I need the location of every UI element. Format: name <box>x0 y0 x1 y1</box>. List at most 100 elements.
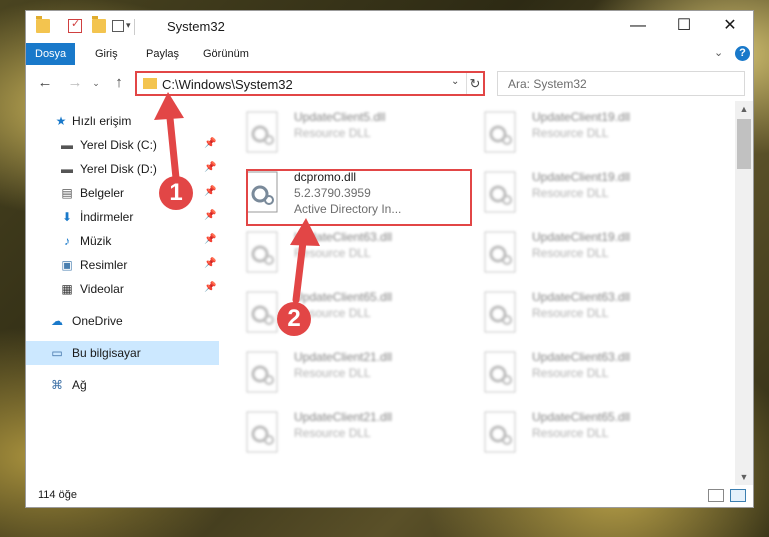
sidebar-item-label: Hızlı erişim <box>72 114 132 128</box>
sidebar-item-disk-c[interactable]: ▬ Yerel Disk (C:) 📌 <box>26 133 219 157</box>
dll-file-icon <box>246 111 278 153</box>
computer-icon: ▭ <box>51 346 63 360</box>
back-button[interactable]: ← <box>36 73 54 93</box>
downloads-icon: ⬇ <box>61 210 73 224</box>
sidebar-item-pictures[interactable]: ▣ Resimler 📌 <box>26 253 219 277</box>
qat-dropdown-icon[interactable]: ▾ <box>126 20 131 31</box>
tab-home[interactable]: Giriş <box>86 43 127 65</box>
list-item[interactable]: UpdateClient21.dll Resource DLL <box>241 406 481 464</box>
dll-file-icon <box>484 111 516 153</box>
file-type: Resource DLL <box>532 126 609 140</box>
folder-icon <box>36 16 50 33</box>
file-name: UpdateClient63.dll <box>532 290 631 304</box>
sidebar-item-network[interactable]: ⌘ Ağ <box>26 373 219 397</box>
file-name: UpdateClient21.dll <box>294 350 393 364</box>
pin-icon[interactable]: 📌 <box>204 138 216 149</box>
file-name: UpdateClient19.dll <box>532 110 631 124</box>
tab-view[interactable]: Görünüm <box>194 43 258 65</box>
new-folder-icon[interactable] <box>92 16 106 33</box>
sidebar-item-downloads[interactable]: ⬇ İndirmeler 📌 <box>26 205 219 229</box>
minimize-button[interactable]: — <box>615 11 661 43</box>
ribbon-expand-icon[interactable]: ⌄ <box>714 46 723 59</box>
tab-file[interactable]: Dosya <box>26 43 76 65</box>
search-input[interactable]: Ara: System32 <box>497 71 745 96</box>
star-icon: ★ <box>55 114 67 128</box>
dll-file-icon <box>246 351 278 393</box>
file-name: UpdateClient19.dll <box>532 230 631 244</box>
drive-icon: ▬ <box>61 138 73 152</box>
up-button[interactable]: ↑ <box>110 73 128 93</box>
sidebar-item-quick-access[interactable]: ★ Hızlı erişim <box>26 109 219 133</box>
list-item[interactable]: UpdateClient21.dll Resource DLL <box>241 346 481 404</box>
file-type: Resource DLL <box>294 426 371 440</box>
pin-icon[interactable]: 📌 <box>204 234 216 245</box>
scroll-down-icon[interactable]: ▼ <box>735 469 753 485</box>
pin-icon[interactable]: 📌 <box>204 210 216 221</box>
address-path[interactable]: C:\Windows\System32 <box>162 77 293 92</box>
properties-check-icon[interactable] <box>68 17 82 33</box>
address-bar[interactable]: C:\Windows\System32 ⌄ ↻ <box>135 71 485 96</box>
sidebar-item-label: Belgeler <box>80 186 125 200</box>
list-item[interactable]: UpdateClient63.dll Resource DLL <box>479 346 719 404</box>
details-view-icon[interactable] <box>708 489 724 502</box>
list-item[interactable]: UpdateClient19.dll Resource DLL <box>479 106 719 164</box>
address-dropdown-icon[interactable]: ⌄ <box>451 76 459 87</box>
recent-locations-icon[interactable]: ⌄ <box>90 73 102 93</box>
file-type: Resource DLL <box>294 126 371 140</box>
help-icon[interactable]: ? <box>735 46 750 61</box>
sidebar-item-label: Resimler <box>80 258 128 272</box>
scroll-up-icon[interactable]: ▲ <box>735 101 753 117</box>
pin-icon[interactable]: 📌 <box>204 186 216 197</box>
close-button[interactable]: ✕ <box>707 11 753 43</box>
tiles-view-icon[interactable] <box>730 489 746 502</box>
list-item[interactable]: UpdateClient19.dll Resource DLL <box>479 166 719 224</box>
sidebar-item-label: İndirmeler <box>80 210 134 224</box>
maximize-button[interactable]: ☐ <box>661 11 707 43</box>
pictures-icon: ▣ <box>61 258 73 272</box>
file-type: Resource DLL <box>294 366 371 380</box>
file-name: UpdateClient5.dll <box>294 110 386 124</box>
navigation-pane: ★ Hızlı erişim ▬ Yerel Disk (C:) 📌 ▬ Yer… <box>26 104 221 484</box>
sidebar-item-music[interactable]: ♪ Müzik 📌 <box>26 229 219 253</box>
list-item[interactable]: UpdateClient19.dll Resource DLL <box>479 226 719 284</box>
list-item[interactable]: UpdateClient63.dll Resource DLL <box>241 226 481 284</box>
file-type: Resource DLL <box>532 366 609 380</box>
file-type: Resource DLL <box>532 426 609 440</box>
address-folder-icon <box>143 78 157 89</box>
window-title: System32 <box>167 19 225 34</box>
sidebar-item-label: Ağ <box>72 378 87 392</box>
dll-file-icon <box>246 411 278 453</box>
dll-file-icon <box>484 231 516 273</box>
sidebar-item-disk-d[interactable]: ▬ Yerel Disk (D:) 📌 <box>26 157 219 181</box>
scroll-thumb[interactable] <box>737 119 751 169</box>
sidebar-item-onedrive[interactable]: ☁ OneDrive <box>26 309 219 333</box>
sidebar-item-this-pc[interactable]: ▭ Bu bilgisayar <box>26 341 219 365</box>
pin-icon[interactable]: 📌 <box>204 162 216 173</box>
pin-icon[interactable]: 📌 <box>204 282 216 293</box>
item-count: 114 öğe <box>38 489 77 501</box>
file-name: UpdateClient65.dll <box>294 290 393 304</box>
tab-share[interactable]: Paylaş <box>137 43 188 65</box>
customize-qat-icon[interactable] <box>112 20 124 32</box>
title-separator <box>134 19 135 35</box>
documents-icon: ▤ <box>61 186 73 200</box>
sidebar-item-videos[interactable]: ▦ Videolar 📌 <box>26 277 219 301</box>
dll-file-icon <box>484 171 516 213</box>
vertical-scrollbar[interactable]: ▲ ▼ <box>735 101 753 485</box>
file-highlight-box <box>246 169 472 226</box>
step-2-badge: 2 <box>277 302 311 336</box>
file-type: Resource DLL <box>294 246 371 260</box>
file-name: UpdateClient63.dll <box>294 230 393 244</box>
file-name: UpdateClient63.dll <box>532 350 631 364</box>
list-item[interactable]: UpdateClient65.dll Resource DLL <box>479 406 719 464</box>
pin-icon[interactable]: 📌 <box>204 258 216 269</box>
list-item[interactable]: UpdateClient63.dll Resource DLL <box>479 286 719 344</box>
address-row: ← → ⌄ ↑ C:\Windows\System32 ⌄ ↻ Ara: Sys… <box>26 69 753 99</box>
ribbon-tabs: Dosya Giriş Paylaş Görünüm ⌄ ? <box>26 43 753 65</box>
search-placeholder: Ara: System32 <box>508 77 587 91</box>
list-item[interactable]: UpdateClient5.dll Resource DLL <box>241 106 481 164</box>
file-name: UpdateClient19.dll <box>532 170 631 184</box>
sidebar-item-label: Yerel Disk (C:) <box>80 138 157 152</box>
forward-button[interactable]: → <box>66 73 84 93</box>
refresh-icon[interactable]: ↻ <box>466 73 483 94</box>
